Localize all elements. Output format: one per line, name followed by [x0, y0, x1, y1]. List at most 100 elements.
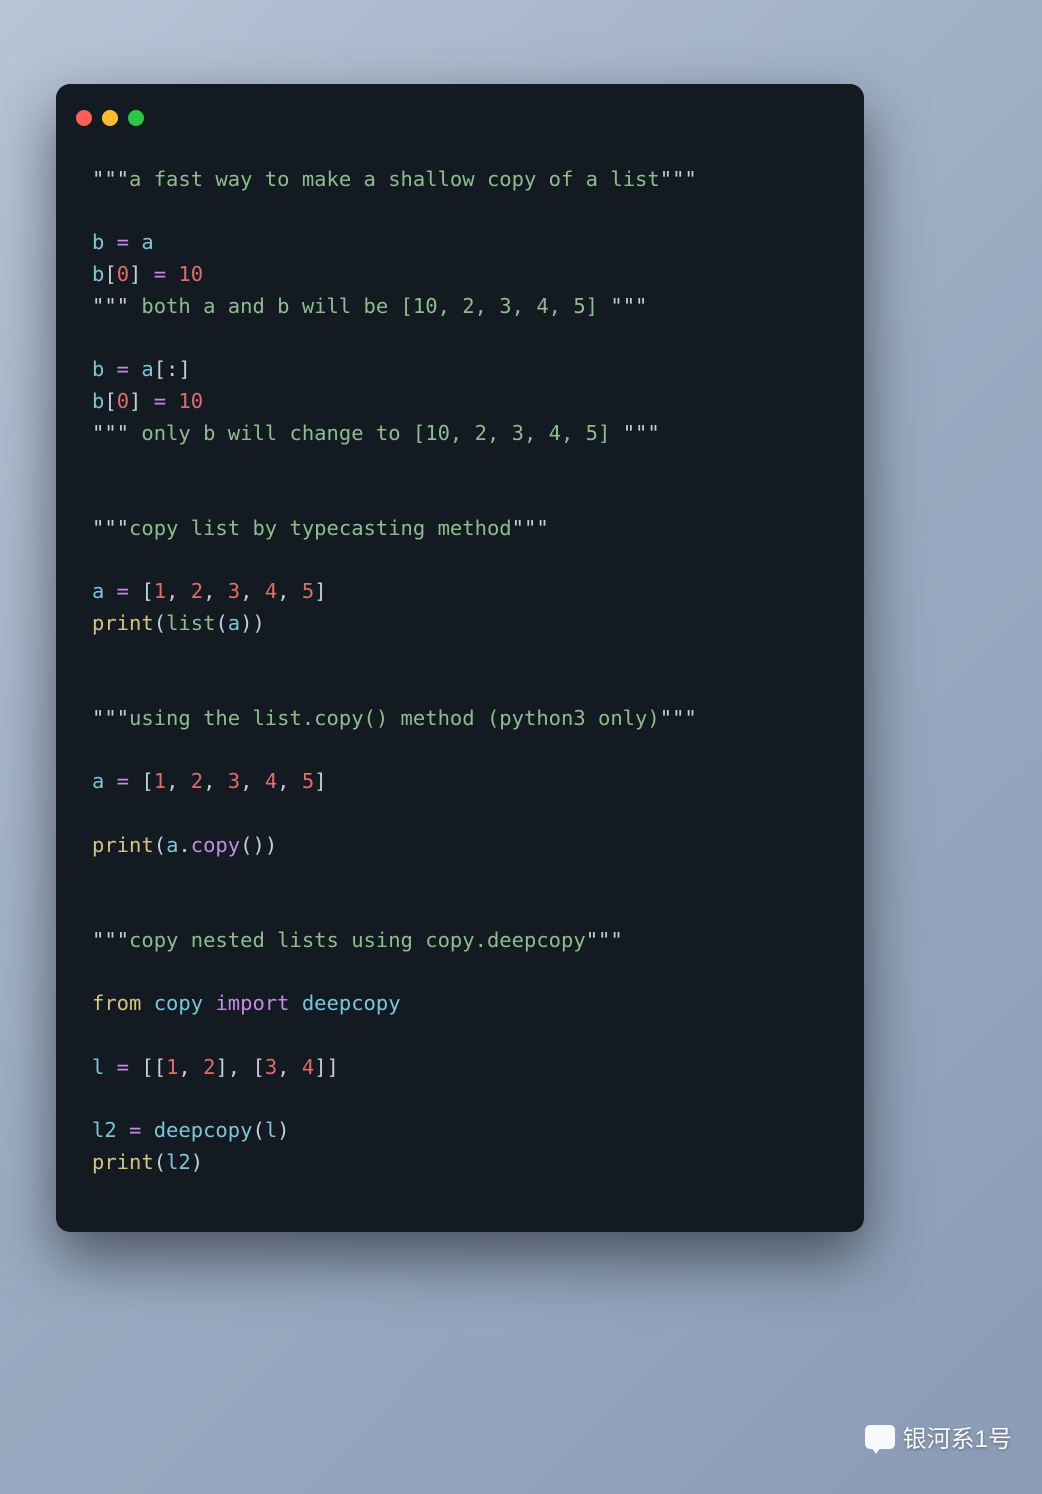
number: 1 [154, 769, 166, 793]
slice: [:] [154, 357, 191, 381]
op-eq: = [141, 262, 178, 286]
op-eq: = [104, 579, 141, 603]
docstring-text: both a and b will be [10, 2, 3, 4, 5] [129, 294, 610, 318]
space [203, 991, 215, 1015]
comma: , [166, 769, 191, 793]
space [141, 991, 153, 1015]
op-eq: = [104, 230, 141, 254]
bracket: [ [141, 579, 153, 603]
paren: ( [240, 833, 252, 857]
var: l2 [92, 1118, 117, 1142]
name-deepcopy: deepcopy [302, 991, 401, 1015]
docstring-quote: """ [660, 706, 697, 730]
docstring-text: copy nested lists using copy.deepcopy [129, 928, 586, 952]
docstring-quote: """ [92, 928, 129, 952]
docstring-quote: """ [92, 294, 129, 318]
docstring-quote: """ [586, 928, 623, 952]
kw-from: from [92, 991, 141, 1015]
var: l2 [166, 1150, 191, 1174]
op-eq: = [104, 357, 141, 381]
docstring-quote: """ [92, 706, 129, 730]
paren: ) [265, 833, 277, 857]
bracket: ] [314, 1055, 326, 1079]
paren: ) [277, 1118, 289, 1142]
wechat-icon [865, 1425, 895, 1449]
comma: , [203, 579, 228, 603]
var: b [92, 230, 104, 254]
comma: , [240, 769, 265, 793]
op-eq: = [104, 1055, 141, 1079]
comma: , [203, 769, 228, 793]
space [290, 991, 302, 1015]
fn-print: print [92, 833, 154, 857]
var: a [141, 230, 153, 254]
comma: , [178, 1055, 203, 1079]
bracket: ] [129, 389, 141, 413]
var: l [92, 1055, 104, 1079]
paren: ) [240, 611, 252, 635]
bracket: ] [129, 262, 141, 286]
paren: ( [154, 1150, 166, 1174]
comma: , [277, 769, 302, 793]
comma: , [166, 579, 191, 603]
bracket: ] [215, 1055, 227, 1079]
number: 3 [228, 579, 240, 603]
bracket: ] [314, 579, 326, 603]
code-block: """a fast way to make a shallow copy of … [56, 134, 864, 1209]
number: 3 [228, 769, 240, 793]
var: a [92, 579, 104, 603]
number: 1 [166, 1055, 178, 1079]
docstring-quote: """ [660, 167, 697, 191]
op-eq: = [117, 1118, 154, 1142]
fn-deepcopy: deepcopy [154, 1118, 253, 1142]
number: 2 [191, 579, 203, 603]
number: 5 [302, 579, 314, 603]
bracket: [ [104, 389, 116, 413]
code-window: """a fast way to make a shallow copy of … [56, 84, 864, 1232]
number: 3 [265, 1055, 277, 1079]
op-eq: = [104, 769, 141, 793]
number: 4 [265, 769, 277, 793]
number: 5 [302, 769, 314, 793]
minimize-icon[interactable] [102, 110, 118, 126]
bracket: [ [252, 1055, 264, 1079]
number: 10 [178, 389, 203, 413]
builtin-list: list [166, 611, 215, 635]
module-copy: copy [154, 991, 203, 1015]
number: 0 [117, 262, 129, 286]
var: a [92, 769, 104, 793]
number: 2 [203, 1055, 215, 1079]
titlebar [56, 84, 864, 134]
bracket: [ [154, 1055, 166, 1079]
paren: ( [215, 611, 227, 635]
zoom-icon[interactable] [128, 110, 144, 126]
var: a [141, 357, 153, 381]
var: l [265, 1118, 277, 1142]
comma: , [240, 579, 265, 603]
close-icon[interactable] [76, 110, 92, 126]
var: a [228, 611, 240, 635]
watermark: 银河系1号 [865, 1419, 1012, 1454]
number: 10 [178, 262, 203, 286]
comma: , [277, 1055, 302, 1079]
op-eq: = [141, 389, 178, 413]
bracket: ] [327, 1055, 339, 1079]
paren: ) [191, 1150, 203, 1174]
number: 0 [117, 389, 129, 413]
docstring-text: only b will change to [10, 2, 3, 4, 5] [129, 421, 623, 445]
watermark-text: 银河系1号 [903, 1419, 1012, 1454]
kw-import: import [215, 991, 289, 1015]
number: 4 [302, 1055, 314, 1079]
fn-print: print [92, 611, 154, 635]
docstring-quote: """ [610, 294, 647, 318]
docstring-quote: """ [92, 167, 129, 191]
var: b [92, 262, 104, 286]
comma: , [277, 579, 302, 603]
paren: ( [154, 833, 166, 857]
number: 1 [154, 579, 166, 603]
comma: , [228, 1055, 253, 1079]
docstring-text: copy list by typecasting method [129, 516, 512, 540]
bracket: ] [314, 769, 326, 793]
number: 4 [265, 579, 277, 603]
var: b [92, 357, 104, 381]
